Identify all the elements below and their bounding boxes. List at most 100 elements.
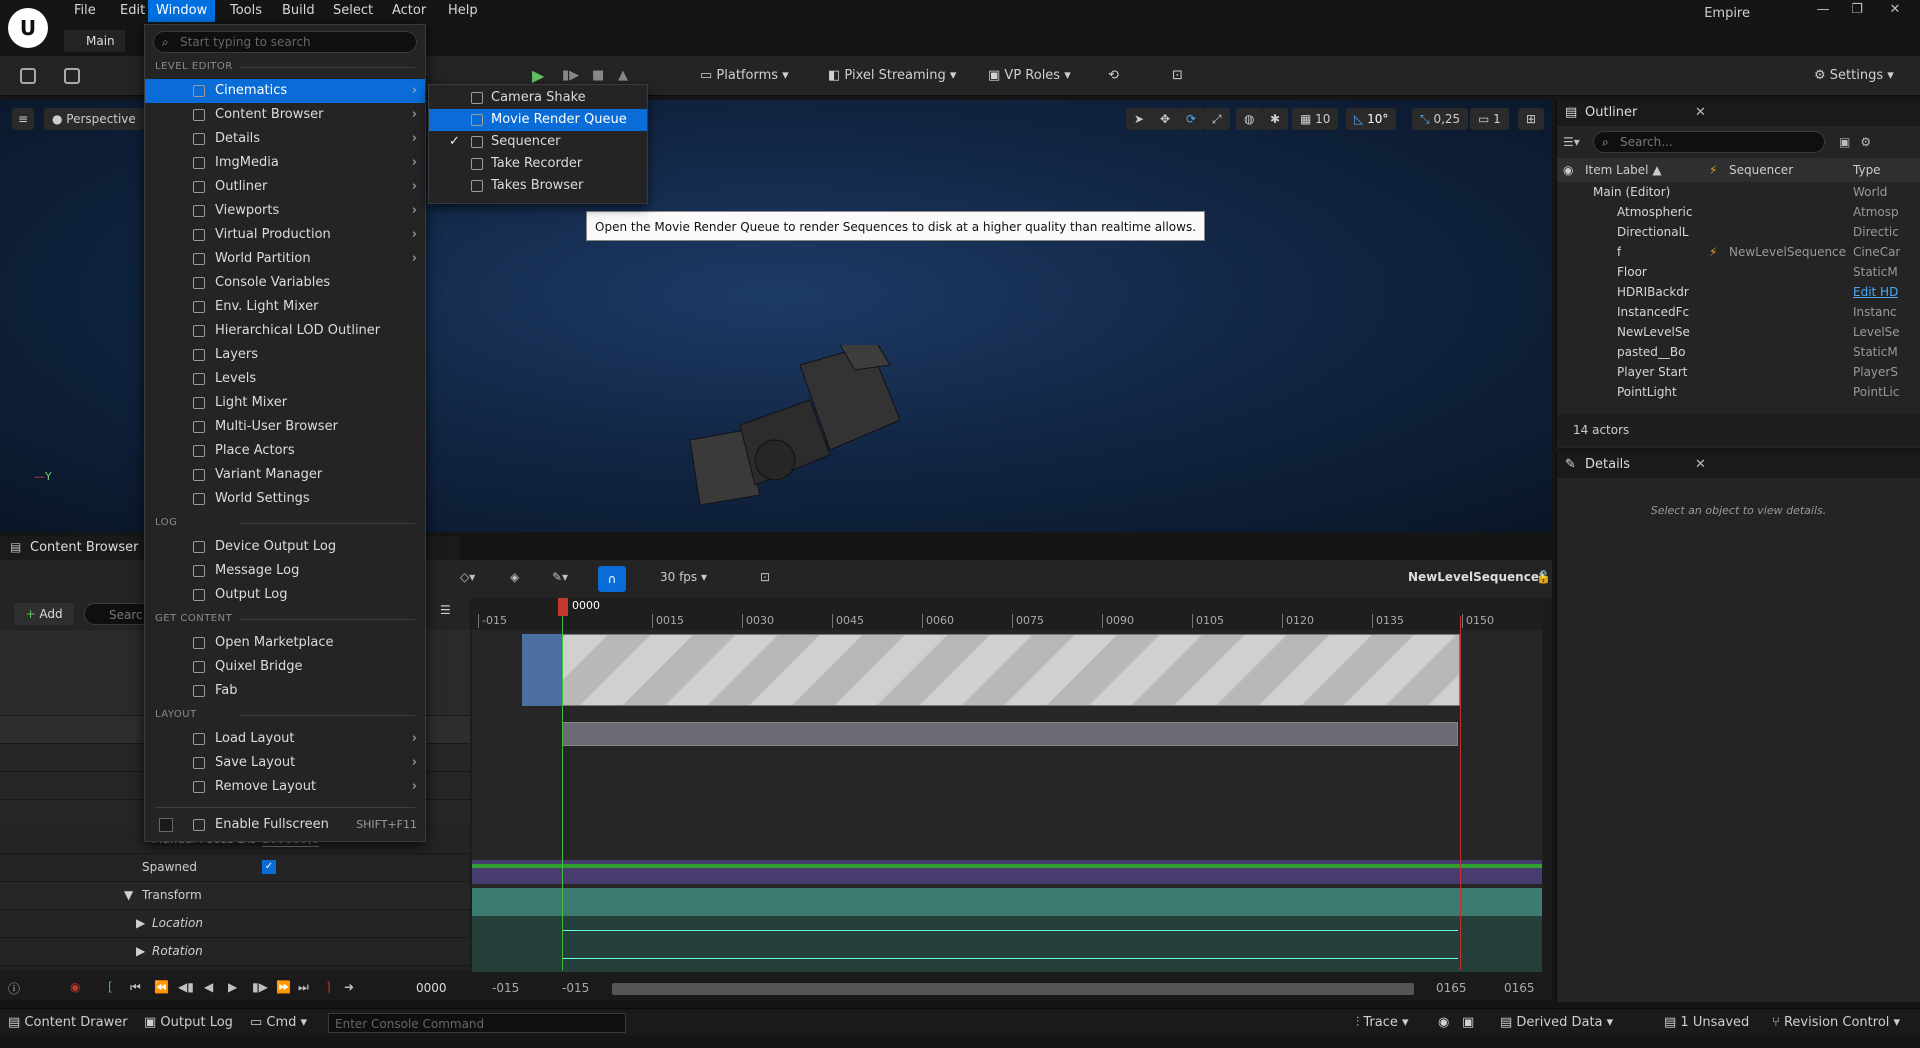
camera-speed-button[interactable]: ▭ 1 xyxy=(1470,108,1509,130)
move-icon[interactable]: ✥ xyxy=(1152,108,1179,130)
scale-snap-button[interactable]: ⤡ 0,25 xyxy=(1412,108,1469,130)
add-button[interactable]: + Add xyxy=(14,603,74,625)
info-icon[interactable]: ⓘ xyxy=(8,980,20,997)
menu-item-enable-fullscreen[interactable]: Enable Fullscreen SHIFT+F11 xyxy=(145,813,425,837)
rotation-track[interactable]: ▶ Rotation xyxy=(0,938,470,966)
prev-key-icon[interactable]: ⏪ xyxy=(154,980,169,994)
next-frame-icon[interactable]: ▮▶ xyxy=(252,980,268,994)
menu-item-output-log[interactable]: Output Log xyxy=(145,583,425,607)
list-item[interactable]: HDRIBackdr Edit HD xyxy=(1557,282,1920,302)
expand-icon[interactable]: ▼ xyxy=(124,888,133,902)
jump-end-icon[interactable]: ⏭ xyxy=(298,980,309,995)
close-tab-icon[interactable]: ✕ xyxy=(1695,100,1706,126)
menu-item-world-settings[interactable]: World Settings xyxy=(145,487,425,511)
transform-track[interactable]: ▼ Transform xyxy=(0,882,470,910)
range-start-field[interactable]: -015 xyxy=(562,981,589,995)
outliner-tab[interactable]: ▤ Outliner ✕ xyxy=(1557,100,1920,126)
col-sequencer[interactable]: Sequencer xyxy=(1729,158,1793,182)
playhead-handle[interactable] xyxy=(558,598,568,616)
browse-icon[interactable] xyxy=(58,64,86,88)
menu-item-details[interactable]: Details › xyxy=(145,127,425,151)
menu-item-content-browser[interactable]: Content Browser › xyxy=(145,103,425,127)
menu-item-outliner[interactable]: Outliner › xyxy=(145,175,425,199)
menu-item-levels[interactable]: Levels xyxy=(145,367,425,391)
menu-item-env-light-mixer[interactable]: Env. Light Mixer xyxy=(145,295,425,319)
close-window-icon[interactable]: ✕ xyxy=(1880,2,1910,22)
surface-snap-icon[interactable]: ✱ xyxy=(1262,108,1289,130)
transform-section[interactable] xyxy=(472,888,1542,916)
menu-item-cinematics[interactable]: Cinematics › xyxy=(145,79,425,103)
next-key-icon[interactable]: ⏩ xyxy=(276,980,291,994)
fullscreen-checkbox[interactable] xyxy=(159,818,173,832)
list-item[interactable]: DirectionalL Directic xyxy=(1557,222,1920,242)
key-icon[interactable]: ◇▾ xyxy=(460,570,475,584)
record-trace-icon[interactable]: ◉ xyxy=(1438,1013,1449,1033)
expand-icon[interactable]: ▶ xyxy=(136,916,145,930)
revision-control-button[interactable]: ⑂ Revision Control ▾ xyxy=(1772,1013,1900,1033)
unsaved-button[interactable]: ▤ 1 Unsaved xyxy=(1664,1013,1749,1033)
edit-tool-icon[interactable]: ✎▾ xyxy=(552,570,568,584)
menu-search-input[interactable]: ⌕ Start typing to search xyxy=(153,31,417,53)
list-item[interactable]: Player Start PlayerS xyxy=(1557,362,1920,382)
fps-dropdown[interactable]: 30 fps ▾ xyxy=(660,570,707,584)
menu-item-hlod-outliner[interactable]: Hierarchical LOD Outliner xyxy=(145,319,425,343)
outliner-search-input[interactable]: ⌕ Search... xyxy=(1593,131,1825,153)
menu-item-device-output-log[interactable]: Device Output Log xyxy=(145,535,425,559)
menu-select[interactable]: Select xyxy=(325,0,381,22)
platforms-button[interactable]: ▭ Platforms ▾ xyxy=(694,64,795,88)
world-local-icon[interactable]: ◍ xyxy=(1236,108,1263,130)
lock-icon[interactable]: 🔓 xyxy=(1536,570,1551,584)
sequencer-timeline[interactable]: -015 0015 0030 0045 0060 0075 0090 0105 … xyxy=(472,598,1542,972)
modeling-icon[interactable]: ⟲ xyxy=(1102,64,1125,88)
filter-icon[interactable]: ☰▾ xyxy=(1563,135,1593,149)
derived-data-button[interactable]: ▤ Derived Data ▾ xyxy=(1500,1013,1613,1033)
menu-item-console-variables[interactable]: Console Variables xyxy=(145,271,425,295)
trace-button[interactable]: ⫶ Trace ▾ xyxy=(1356,1013,1409,1033)
menu-build[interactable]: Build xyxy=(274,0,323,22)
menu-item-remove-layout[interactable]: Remove Layout › xyxy=(145,775,425,799)
list-item[interactable]: NewLevelSe LevelSe xyxy=(1557,322,1920,342)
menu-item-viewports[interactable]: Viewports › xyxy=(145,199,425,223)
edit-hdri-link[interactable]: Edit HD xyxy=(1853,282,1898,302)
menu-item-open-marketplace[interactable]: Open Marketplace xyxy=(145,631,425,655)
angle-snap-button[interactable]: ◺ 10° xyxy=(1346,108,1397,130)
minimize-icon[interactable]: — xyxy=(1808,2,1838,22)
list-item[interactable]: f ⚡ NewLevelSequence CineCar xyxy=(1557,242,1920,262)
content-drawer-button[interactable]: ▤ Content Drawer xyxy=(8,1013,128,1033)
reverse-icon[interactable]: ◀ xyxy=(204,980,213,994)
spawned-checkbox[interactable]: ✓ xyxy=(262,860,276,874)
menu-item-multi-user-browser[interactable]: Multi-User Browser xyxy=(145,415,425,439)
menu-item-quixel-bridge[interactable]: Quixel Bridge xyxy=(145,655,425,679)
select-mode-icon[interactable]: ➤ xyxy=(1126,108,1153,130)
screenshot-icon[interactable]: ▣ xyxy=(1462,1013,1474,1033)
vp-roles-button[interactable]: ▣ VP Roles ▾ xyxy=(982,64,1077,88)
play-icon[interactable]: ▶ xyxy=(228,980,237,994)
add-folder-icon[interactable]: ▣ xyxy=(1839,135,1850,149)
main-level-tab[interactable]: Main xyxy=(64,30,125,52)
menu-window[interactable]: Window xyxy=(148,0,216,22)
close-tab-icon[interactable]: ✕ xyxy=(1695,452,1706,478)
console-command-input[interactable]: Enter Console Command xyxy=(328,1013,626,1033)
record-icon[interactable]: ◉ xyxy=(70,980,80,994)
menu-item-world-partition[interactable]: World Partition › xyxy=(145,247,425,271)
list-item[interactable]: PointLight PointLic xyxy=(1557,382,1920,402)
start-range-marker[interactable] xyxy=(562,616,563,970)
location-rotation-section[interactable] xyxy=(472,916,1542,972)
col-item-label[interactable]: Item Label ▲ xyxy=(1585,158,1662,182)
grid-snap-button[interactable]: ▦ 10 xyxy=(1292,108,1339,130)
list-item[interactable]: Main (Editor) World xyxy=(1557,182,1920,202)
snap-magnet-icon[interactable]: ∩ xyxy=(598,566,626,592)
menu-item-virtual-production[interactable]: Virtual Production › xyxy=(145,223,425,247)
snap-icon[interactable]: ⊡ xyxy=(1166,64,1189,88)
rotate-icon[interactable]: ⟳ xyxy=(1178,108,1205,130)
menu-item-takes-browser[interactable]: Takes Browser xyxy=(429,175,647,197)
end-range-marker[interactable] xyxy=(1460,616,1461,970)
visibility-icon[interactable]: ◉ xyxy=(1563,158,1573,182)
list-item[interactable]: InstancedFc Instanc xyxy=(1557,302,1920,322)
curve-editor-icon[interactable]: ⊡ xyxy=(760,570,770,584)
unreal-logo-icon[interactable]: U xyxy=(8,8,48,48)
outliner-settings-icon[interactable]: ⚙ xyxy=(1860,135,1871,149)
spawned-track[interactable]: Spawned ✓ xyxy=(0,854,470,882)
loop-icon[interactable]: ➜ xyxy=(344,980,354,994)
menu-item-place-actors[interactable]: Place Actors xyxy=(145,439,425,463)
